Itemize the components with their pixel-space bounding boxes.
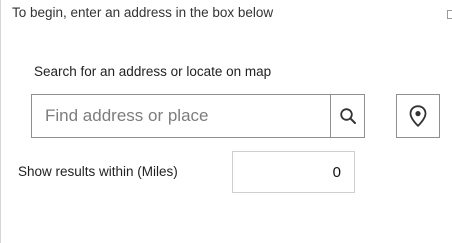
location-pin-icon xyxy=(409,105,427,127)
panel-corner-control[interactable] xyxy=(447,10,452,19)
instruction-text: To begin, enter an address in the box be… xyxy=(12,5,274,20)
search-label: Search for an address or locate on map xyxy=(34,64,272,79)
search-widget xyxy=(31,94,365,138)
address-search-panel: To begin, enter an address in the box be… xyxy=(0,0,452,243)
search-icon xyxy=(339,107,357,125)
address-search-input[interactable] xyxy=(32,95,330,137)
radius-miles-input[interactable] xyxy=(232,151,355,193)
locate-on-map-button[interactable] xyxy=(396,94,440,138)
search-button[interactable] xyxy=(330,95,364,137)
radius-label: Show results within (Miles) xyxy=(18,164,178,179)
